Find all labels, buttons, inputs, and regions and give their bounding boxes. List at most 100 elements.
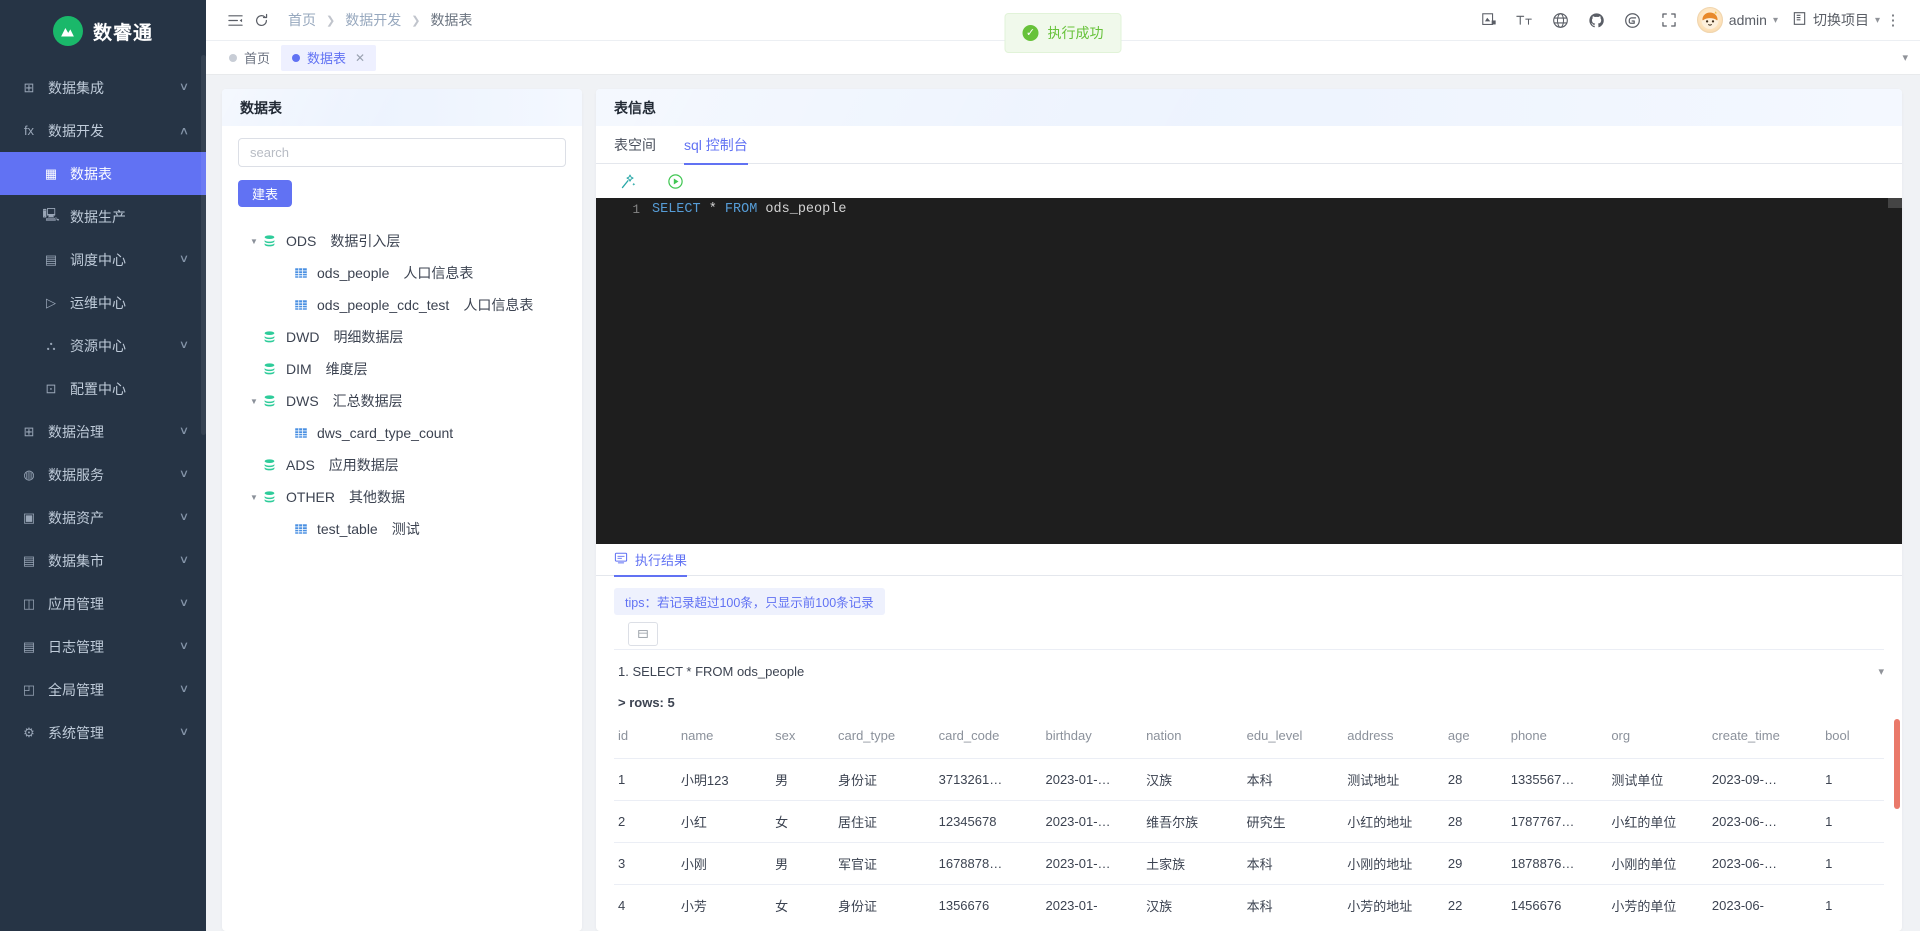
- refresh-icon[interactable]: [248, 7, 274, 33]
- table-cell: 1878876…: [1506, 842, 1608, 885]
- github-icon[interactable]: [1579, 5, 1615, 35]
- tree-node-table[interactable]: ▼dws_card_type_count: [238, 417, 566, 449]
- table-cell: 居住证: [834, 800, 935, 843]
- column-header[interactable]: name: [677, 722, 771, 759]
- export-icon[interactable]: [628, 622, 658, 646]
- tree-node-schema[interactable]: ▼ ODS 数据引入层: [238, 225, 566, 257]
- format-sql-icon[interactable]: [620, 173, 637, 190]
- sidebar-item-13[interactable]: ▤ 日志管理 ∨: [0, 625, 206, 668]
- tree-node-table[interactable]: ▼ods_people_cdc_test人口信息表: [238, 289, 566, 321]
- table-cell: 2023-01-: [1041, 884, 1143, 926]
- brand-logo[interactable]: 数睿通: [0, 0, 206, 62]
- service-icon: ◍: [23, 466, 35, 482]
- create-table-button[interactable]: 建表: [238, 180, 293, 207]
- fullscreen-icon[interactable]: [1651, 5, 1687, 35]
- brand-logo-icon: [52, 16, 83, 46]
- column-header[interactable]: create_time: [1708, 722, 1821, 759]
- table-cell: 汉族: [1142, 758, 1243, 801]
- tree-expand-icon[interactable]: ▼: [246, 237, 262, 246]
- run-sql-icon[interactable]: [667, 173, 684, 190]
- more-vertical-icon[interactable]: ⋮: [1880, 11, 1906, 29]
- sql-editor[interactable]: 1 SELECT * FROM ods_people: [596, 198, 1902, 544]
- search-input[interactable]: [238, 138, 566, 167]
- sidebar-item-4[interactable]: ▤ 调度中心 ∨: [0, 238, 206, 281]
- sidebar-item-3[interactable]: 🖳 数据生产: [0, 195, 206, 238]
- tree-node-table[interactable]: ▼test_table测试: [238, 513, 566, 545]
- tree-expand-icon[interactable]: ▼: [246, 493, 262, 502]
- table-row[interactable]: 3 小刚男军官证 1678878… 2023-01-… 土家族 本科 小刚的地址 29 1878…: [614, 842, 1884, 885]
- tree-node-schema[interactable]: ▼ADS应用数据层: [238, 449, 566, 481]
- sidebar-item-10[interactable]: ▣ 数据资产 ∨: [0, 496, 206, 539]
- view-tab-home[interactable]: 首页: [218, 45, 281, 71]
- sidebar-item-label: 数据开发: [48, 122, 104, 139]
- sidebar-item-11[interactable]: ▤ 数据集市 ∨: [0, 539, 206, 582]
- sidebar-item-6[interactable]: ⛬ 资源中心 ∨: [0, 324, 206, 367]
- column-header[interactable]: edu_level: [1243, 722, 1344, 759]
- sidebar-item-2[interactable]: ▦ 数据表: [0, 152, 206, 195]
- column-header[interactable]: sex: [771, 722, 834, 759]
- breadcrumb-item-1[interactable]: 数据开发: [345, 10, 401, 30]
- tree-node-code: ADS: [286, 457, 315, 473]
- tree-node-desc: 其他数据: [349, 489, 405, 505]
- tabstrip-dropdown-icon[interactable]: ▾: [1902, 51, 1908, 64]
- table-row[interactable]: 1 小明123 男身份证 3713261… 2023-01-… 汉族 本科 测试地址 28 133…: [614, 758, 1884, 801]
- breadcrumb-item-0[interactable]: 首页: [288, 10, 316, 30]
- tree-node-code: DIM: [286, 361, 312, 377]
- breadcrumb-item-2: 数据表: [430, 12, 473, 28]
- sidebar-item-5[interactable]: ▷ 运维中心: [0, 281, 206, 324]
- column-header[interactable]: id: [614, 722, 677, 759]
- sql-editor-line: 1 SELECT * FROM ods_people: [596, 198, 1902, 219]
- column-header[interactable]: address: [1343, 722, 1444, 759]
- sidebar-item-15[interactable]: ⚙ 系统管理 ∨: [0, 711, 206, 754]
- column-header[interactable]: card_code: [935, 722, 1042, 759]
- gitee-icon[interactable]: [1615, 5, 1651, 35]
- sidebar-item-14[interactable]: ◰ 全局管理 ∨: [0, 668, 206, 711]
- table-cell: 2023-06-: [1707, 884, 1822, 926]
- table-cell: 小刚的地址: [1343, 842, 1444, 885]
- table-row[interactable]: 2 小红女居住证 12345678 2023-01-… 维吾尔族 研究生 小红的地址 28 17…: [614, 800, 1884, 843]
- sidebar-item-7[interactable]: ⊡ 配置中心: [0, 367, 206, 410]
- sidebar-item-0[interactable]: ⊞ 数据集成 ∨: [0, 66, 206, 109]
- column-header[interactable]: nation: [1142, 722, 1243, 759]
- font-size-icon[interactable]: [1507, 5, 1543, 35]
- sidebar-item-8[interactable]: ⊞ 数据治理 ∨: [0, 410, 206, 453]
- sidebar-item-1[interactable]: fx 数据开发 ∨: [0, 109, 206, 152]
- database-tree: ▼ ODS 数据引入层 ▼ ods_people 人口信息表 ▼ ods_people_cdc…: [238, 225, 566, 545]
- language-icon[interactable]: [1543, 5, 1579, 35]
- tab-tablespace[interactable]: 表空间: [614, 126, 656, 164]
- tree-node-schema[interactable]: ▼DWD明细数据层: [238, 321, 566, 353]
- screenshot-icon[interactable]: [1471, 5, 1507, 35]
- editor-toolbar: [596, 164, 1902, 198]
- chevron-down-icon[interactable]: ▾: [1878, 665, 1884, 678]
- user-menu[interactable]: admin ▾: [1696, 7, 1778, 33]
- project-switcher[interactable]: 切换项目 ▾: [1792, 10, 1880, 30]
- sidebar-item-label: 数据治理: [48, 423, 104, 440]
- tree-node-table[interactable]: ▼ods_people人口信息表: [238, 257, 566, 289]
- tree-node-code: DWS: [286, 393, 319, 409]
- sidebar-item-12[interactable]: ◫ 应用管理 ∨: [0, 582, 206, 625]
- column-header[interactable]: card_type: [834, 722, 935, 759]
- table-cell: 本科: [1242, 758, 1344, 801]
- column-header[interactable]: age: [1444, 722, 1507, 759]
- tab-sql-console[interactable]: sql 控制台: [684, 126, 748, 165]
- sidebar-scrollbar[interactable]: [201, 55, 206, 435]
- tree-node-schema[interactable]: ▼ DWS 汇总数据层: [238, 385, 566, 417]
- project-switch-label: 切换项目: [1812, 12, 1869, 28]
- tree-node-schema[interactable]: ▼ OTHER 其他数据: [238, 481, 566, 513]
- tab-execution-result[interactable]: 执行结果: [614, 544, 688, 577]
- table-info-tabs: 表空间 sql 控制台: [596, 126, 1902, 165]
- tree-node-schema[interactable]: ▼DIM维度层: [238, 353, 566, 385]
- tree-expand-icon[interactable]: ▼: [246, 397, 262, 406]
- table-row[interactable]: 4 小芳女身份证 1356676 2023-01- 汉族 本科 小芳的地址 22 1456676…: [614, 884, 1884, 926]
- column-header[interactable]: birthday: [1041, 722, 1142, 759]
- column-header[interactable]: org: [1607, 722, 1708, 759]
- close-icon[interactable]: ✕: [355, 51, 365, 65]
- column-header[interactable]: phone: [1507, 722, 1608, 759]
- sidebar-item-9[interactable]: ◍ 数据服务 ∨: [0, 453, 206, 496]
- editor-scrollbar[interactable]: [1888, 198, 1902, 208]
- table-cell: 1: [1821, 758, 1884, 801]
- column-header[interactable]: bool: [1821, 722, 1884, 759]
- menu-collapse-icon[interactable]: [222, 7, 248, 33]
- page-scrollbar[interactable]: [1894, 719, 1900, 809]
- view-tab-datatable[interactable]: 数据表 ✕: [281, 44, 377, 71]
